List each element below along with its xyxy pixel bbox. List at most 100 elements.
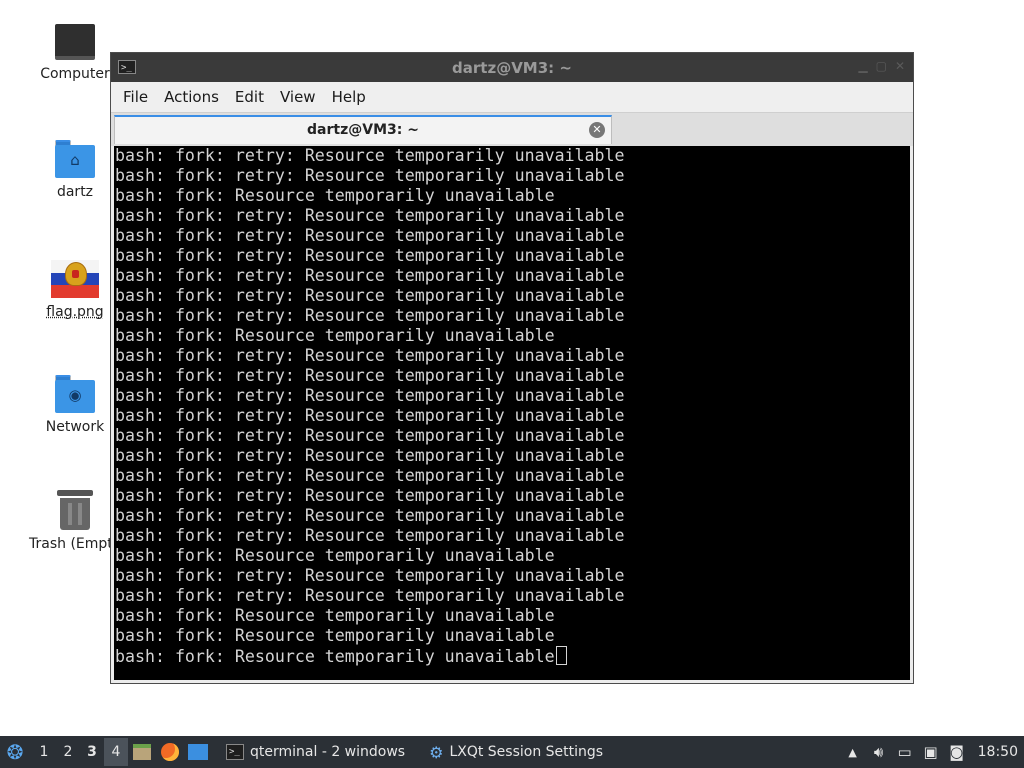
terminal-cursor <box>555 646 567 665</box>
terminal-line-text: bash: fork: retry: Resource temporarily … <box>115 566 625 585</box>
desktop-icon-home[interactable]: ⌂ dartz <box>29 140 121 200</box>
desktop-icon-label: flag.png <box>46 304 104 320</box>
terminal-line-text: bash: fork: retry: Resource temporarily … <box>115 506 625 525</box>
home-folder-icon: ⌂ <box>55 140 95 178</box>
terminal-icon: >_ <box>226 744 244 760</box>
terminal-line-text: bash: fork: Resource temporarily unavail… <box>115 606 555 625</box>
terminal-line-text: bash: fork: retry: Resource temporarily … <box>115 146 625 165</box>
desktop-icon-label: dartz <box>56 184 94 200</box>
desktop-switch-1[interactable]: 1 <box>32 738 56 766</box>
tab-title: dartz@VM3: ~ <box>307 122 419 138</box>
terminal-line-text: bash: fork: Resource temporarily unavail… <box>115 647 555 666</box>
terminal-line: bash: fork: retry: Resource temporarily … <box>115 146 625 166</box>
terminal-line-text: bash: fork: retry: Resource temporarily … <box>115 286 625 305</box>
terminal-line-text: bash: fork: retry: Resource temporarily … <box>115 426 625 445</box>
desktop-icon-label: Computer <box>40 66 110 82</box>
menu-actions[interactable]: Actions <box>158 88 225 106</box>
terminal-line-text: bash: fork: retry: Resource temporarily … <box>115 226 625 245</box>
terminal-line: bash: fork: retry: Resource temporarily … <box>115 306 625 326</box>
menu-bar: File Actions Edit View Help <box>111 82 913 112</box>
menu-file[interactable]: File <box>117 88 154 106</box>
window-icon <box>188 744 208 760</box>
terminal-line-text: bash: fork: Resource temporarily unavail… <box>115 186 555 205</box>
terminal-line: bash: fork: retry: Resource temporarily … <box>115 166 625 186</box>
file-manager-icon <box>133 744 151 760</box>
terminal-line-text: bash: fork: retry: Resource temporarily … <box>115 406 625 425</box>
terminal-line: bash: fork: retry: Resource temporarily … <box>115 566 625 586</box>
close-icon[interactable]: ✕ <box>895 59 905 73</box>
menu-help[interactable]: Help <box>326 88 372 106</box>
tab-bar: dartz@VM3: ~ ✕ <box>111 112 913 146</box>
firefox-icon <box>161 743 179 761</box>
settings-icon: ⚙ <box>429 742 444 762</box>
terminal-lines: bash: fork: retry: Resource temporarily … <box>115 146 625 666</box>
desktop-icon-trash[interactable]: Trash (Empty) <box>29 490 127 552</box>
computer-icon <box>55 24 95 60</box>
terminal-line-text: bash: fork: retry: Resource temporarily … <box>115 386 625 405</box>
clipboard-icon[interactable]: ▭ <box>892 736 918 768</box>
file-manager-launcher[interactable] <box>128 736 156 768</box>
menu-edit[interactable]: Edit <box>229 88 270 106</box>
taskbar: ❂ 1 2 3 4 >_ qterminal - 2 windows ⚙ LXQ… <box>0 736 1024 768</box>
clock[interactable]: 18:50 <box>970 744 1024 760</box>
terminal-tab[interactable]: dartz@VM3: ~ ✕ <box>114 115 612 144</box>
terminal-line-text: bash: fork: retry: Resource temporarily … <box>115 366 625 385</box>
terminal-line-text: bash: fork: retry: Resource temporarily … <box>115 346 625 365</box>
terminal-line-text: bash: fork: retry: Resource temporarily … <box>115 206 625 225</box>
terminal-line: bash: fork: retry: Resource temporarily … <box>115 246 625 266</box>
terminal-line: bash: fork: Resource temporarily unavail… <box>115 626 625 646</box>
menu-view[interactable]: View <box>274 88 322 106</box>
firefox-launcher[interactable] <box>156 736 184 768</box>
terminal-line-text: bash: fork: retry: Resource temporarily … <box>115 246 625 265</box>
terminal-line-text: bash: fork: retry: Resource temporarily … <box>115 466 625 485</box>
desktop-switch-2[interactable]: 2 <box>56 738 80 766</box>
task-session-settings[interactable]: ⚙ LXQt Session Settings <box>421 736 611 768</box>
terminal-line: bash: fork: retry: Resource temporarily … <box>115 426 625 446</box>
terminal-output[interactable]: bash: fork: retry: Resource temporarily … <box>114 146 910 680</box>
desktop-switch-3[interactable]: 3 <box>80 738 104 766</box>
update-notifier-icon[interactable]: ◙ <box>944 736 970 768</box>
terminal-line-text: bash: fork: Resource temporarily unavail… <box>115 546 555 565</box>
terminal-line: bash: fork: Resource temporarily unavail… <box>115 326 625 346</box>
terminal-line: bash: fork: retry: Resource temporarily … <box>115 226 625 246</box>
terminal-line-text: bash: fork: retry: Resource temporarily … <box>115 486 625 505</box>
task-label: qterminal - 2 windows <box>250 744 406 760</box>
maximize-icon[interactable]: ▢ <box>876 59 887 73</box>
terminal-line: bash: fork: retry: Resource temporarily … <box>115 406 625 426</box>
terminal-line-text: bash: fork: retry: Resource temporarily … <box>115 446 625 465</box>
minimize-icon[interactable]: ▁ <box>858 59 867 73</box>
terminal-line-text: bash: fork: retry: Resource temporarily … <box>115 526 625 545</box>
window-title: dartz@VM3: ~ <box>452 59 572 77</box>
task-qterminal[interactable]: >_ qterminal - 2 windows <box>218 736 413 768</box>
desktop-switch-4[interactable]: 4 <box>104 738 128 766</box>
desktop-icon-network[interactable]: ◉ Network <box>29 375 121 435</box>
terminal-line-text: bash: fork: retry: Resource temporarily … <box>115 306 625 325</box>
terminal-line-text: bash: fork: Resource temporarily unavail… <box>115 626 555 645</box>
start-menu-icon[interactable]: ❂ <box>0 736 30 768</box>
desktop-icon-flag[interactable]: flag.png <box>29 260 121 320</box>
volume-icon[interactable]: 🔊︎ <box>866 736 892 768</box>
show-desktop-launcher[interactable] <box>184 736 212 768</box>
terminal-line: bash: fork: retry: Resource temporarily … <box>115 286 625 306</box>
desktop-icon-label: Network <box>45 419 105 435</box>
terminal-line: bash: fork: retry: Resource temporarily … <box>115 206 625 226</box>
desktop-icon-computer[interactable]: Computer <box>29 24 121 82</box>
terminal-line-text: bash: fork: retry: Resource temporarily … <box>115 266 625 285</box>
network-folder-icon: ◉ <box>55 375 95 413</box>
desktop-icon-label: Trash (Empty) <box>29 536 127 552</box>
terminal-line: bash: fork: retry: Resource temporarily … <box>115 466 625 486</box>
trash-icon <box>57 490 93 530</box>
image-file-icon <box>51 260 99 298</box>
terminal-line: bash: fork: Resource temporarily unavail… <box>115 546 625 566</box>
terminal-line: bash: fork: retry: Resource temporarily … <box>115 346 625 366</box>
terminal-line-text: bash: fork: retry: Resource temporarily … <box>115 586 625 605</box>
terminal-line: bash: fork: retry: Resource temporarily … <box>115 486 625 506</box>
terminal-line: bash: fork: retry: Resource temporarily … <box>115 446 625 466</box>
tray-arrow-icon[interactable]: ▲ <box>840 736 866 768</box>
terminal-line-text: bash: fork: Resource temporarily unavail… <box>115 326 555 345</box>
window-titlebar[interactable]: >_ dartz@VM3: ~ ▁ ▢ ✕ <box>111 53 913 82</box>
task-label: LXQt Session Settings <box>449 744 604 760</box>
close-tab-icon[interactable]: ✕ <box>589 122 605 138</box>
terminal-line: bash: fork: Resource temporarily unavail… <box>115 186 625 206</box>
network-icon[interactable]: ▣ <box>918 736 944 768</box>
